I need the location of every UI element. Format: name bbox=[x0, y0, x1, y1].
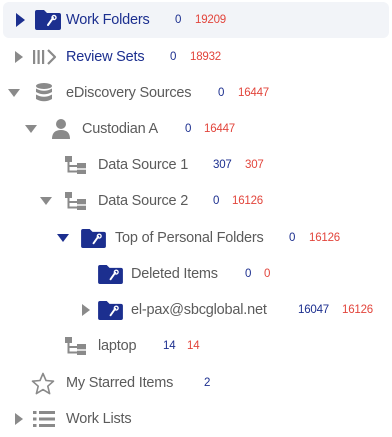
caret-down-icon[interactable] bbox=[39, 196, 53, 206]
tree-item-label: Work Lists bbox=[66, 411, 132, 427]
tree-item-data-source-1[interactable]: Data Source 1 307 307 bbox=[0, 147, 392, 183]
tree-item-label: Deleted Items bbox=[131, 266, 218, 282]
folder-wrench-icon bbox=[79, 228, 107, 249]
item-total: 0 bbox=[264, 268, 271, 280]
tree-item-ediscovery-sources[interactable]: eDiscovery Sources 0 16447 bbox=[0, 75, 392, 111]
tree-item-label: Review Sets bbox=[66, 49, 145, 65]
folder-wrench-icon bbox=[96, 264, 124, 285]
tree-item-label: My Starred Items bbox=[66, 375, 174, 391]
item-total: 14 bbox=[187, 340, 200, 352]
caret-right-icon[interactable] bbox=[13, 412, 25, 426]
hierarchy-icon bbox=[63, 155, 89, 175]
item-total: 16447 bbox=[238, 87, 269, 99]
item-count: 0 bbox=[175, 14, 182, 26]
item-total: 16447 bbox=[204, 123, 235, 135]
tree-item-label: laptop bbox=[98, 338, 137, 354]
item-total: 16126 bbox=[232, 195, 263, 207]
caret-down-icon[interactable] bbox=[7, 88, 21, 98]
folder-wrench-icon bbox=[96, 300, 124, 321]
tree-item-label: Top of Personal Folders bbox=[115, 230, 264, 246]
hierarchy-icon bbox=[63, 191, 89, 211]
tree-item-custodian-a[interactable]: Custodian A 0 16447 bbox=[0, 111, 392, 147]
tree-item-top-of-personal-folders[interactable]: Top of Personal Folders 0 16126 bbox=[0, 220, 392, 256]
tree-item-review-sets[interactable]: Review Sets 0 18932 bbox=[0, 39, 392, 75]
review-sets-icon bbox=[30, 48, 60, 66]
tree-item-label: Data Source 1 bbox=[98, 157, 189, 173]
item-count: 0 bbox=[245, 268, 252, 280]
tree-item-data-source-2[interactable]: Data Source 2 0 16126 bbox=[0, 183, 392, 219]
caret-right-icon[interactable] bbox=[80, 303, 92, 317]
item-count: 0 bbox=[213, 195, 220, 207]
item-count: 0 bbox=[185, 123, 192, 135]
tree-item-laptop[interactable]: laptop 14 14 bbox=[0, 328, 392, 364]
item-count: 307 bbox=[213, 159, 232, 171]
caret-down-icon[interactable] bbox=[56, 233, 70, 243]
caret-right-icon[interactable] bbox=[13, 13, 27, 27]
tree-item-label: Custodian A bbox=[82, 121, 158, 137]
tree-item-my-starred-items[interactable]: My Starred Items 2 bbox=[0, 365, 392, 401]
item-total: 18932 bbox=[190, 51, 221, 63]
tree-item-label: Work Folders bbox=[66, 12, 150, 28]
tree-item-label: el-pax@sbcglobal.net bbox=[131, 302, 267, 318]
item-total: 307 bbox=[245, 159, 264, 171]
caret-right-icon[interactable] bbox=[13, 50, 25, 64]
item-count: 16047 bbox=[298, 304, 329, 316]
item-count: 0 bbox=[218, 87, 225, 99]
database-icon bbox=[33, 82, 55, 104]
tree-item-work-folders[interactable]: Work Folders 0 19209 bbox=[3, 2, 389, 38]
tree-item-work-lists[interactable]: Work Lists bbox=[0, 401, 392, 437]
item-count: 0 bbox=[170, 51, 177, 63]
tree-item-deleted-items[interactable]: Deleted Items 0 0 bbox=[0, 256, 392, 292]
caret-down-icon[interactable] bbox=[24, 124, 38, 134]
item-count: 14 bbox=[163, 340, 176, 352]
item-total: 16126 bbox=[342, 304, 373, 316]
tree-item-label: eDiscovery Sources bbox=[66, 85, 192, 101]
item-total: 19209 bbox=[195, 14, 226, 26]
person-icon bbox=[50, 118, 72, 140]
hierarchy-icon bbox=[63, 336, 89, 356]
item-total: 16126 bbox=[309, 232, 340, 244]
star-outline-icon bbox=[30, 372, 56, 395]
list-icon bbox=[31, 410, 57, 428]
tree-item-el-pax[interactable]: el-pax@sbcglobal.net 16047 16126 bbox=[0, 292, 392, 328]
item-count: 0 bbox=[289, 232, 296, 244]
tree-item-label: Data Source 2 bbox=[98, 193, 189, 209]
folder-wrench-icon bbox=[33, 9, 63, 31]
item-count: 2 bbox=[204, 377, 211, 389]
